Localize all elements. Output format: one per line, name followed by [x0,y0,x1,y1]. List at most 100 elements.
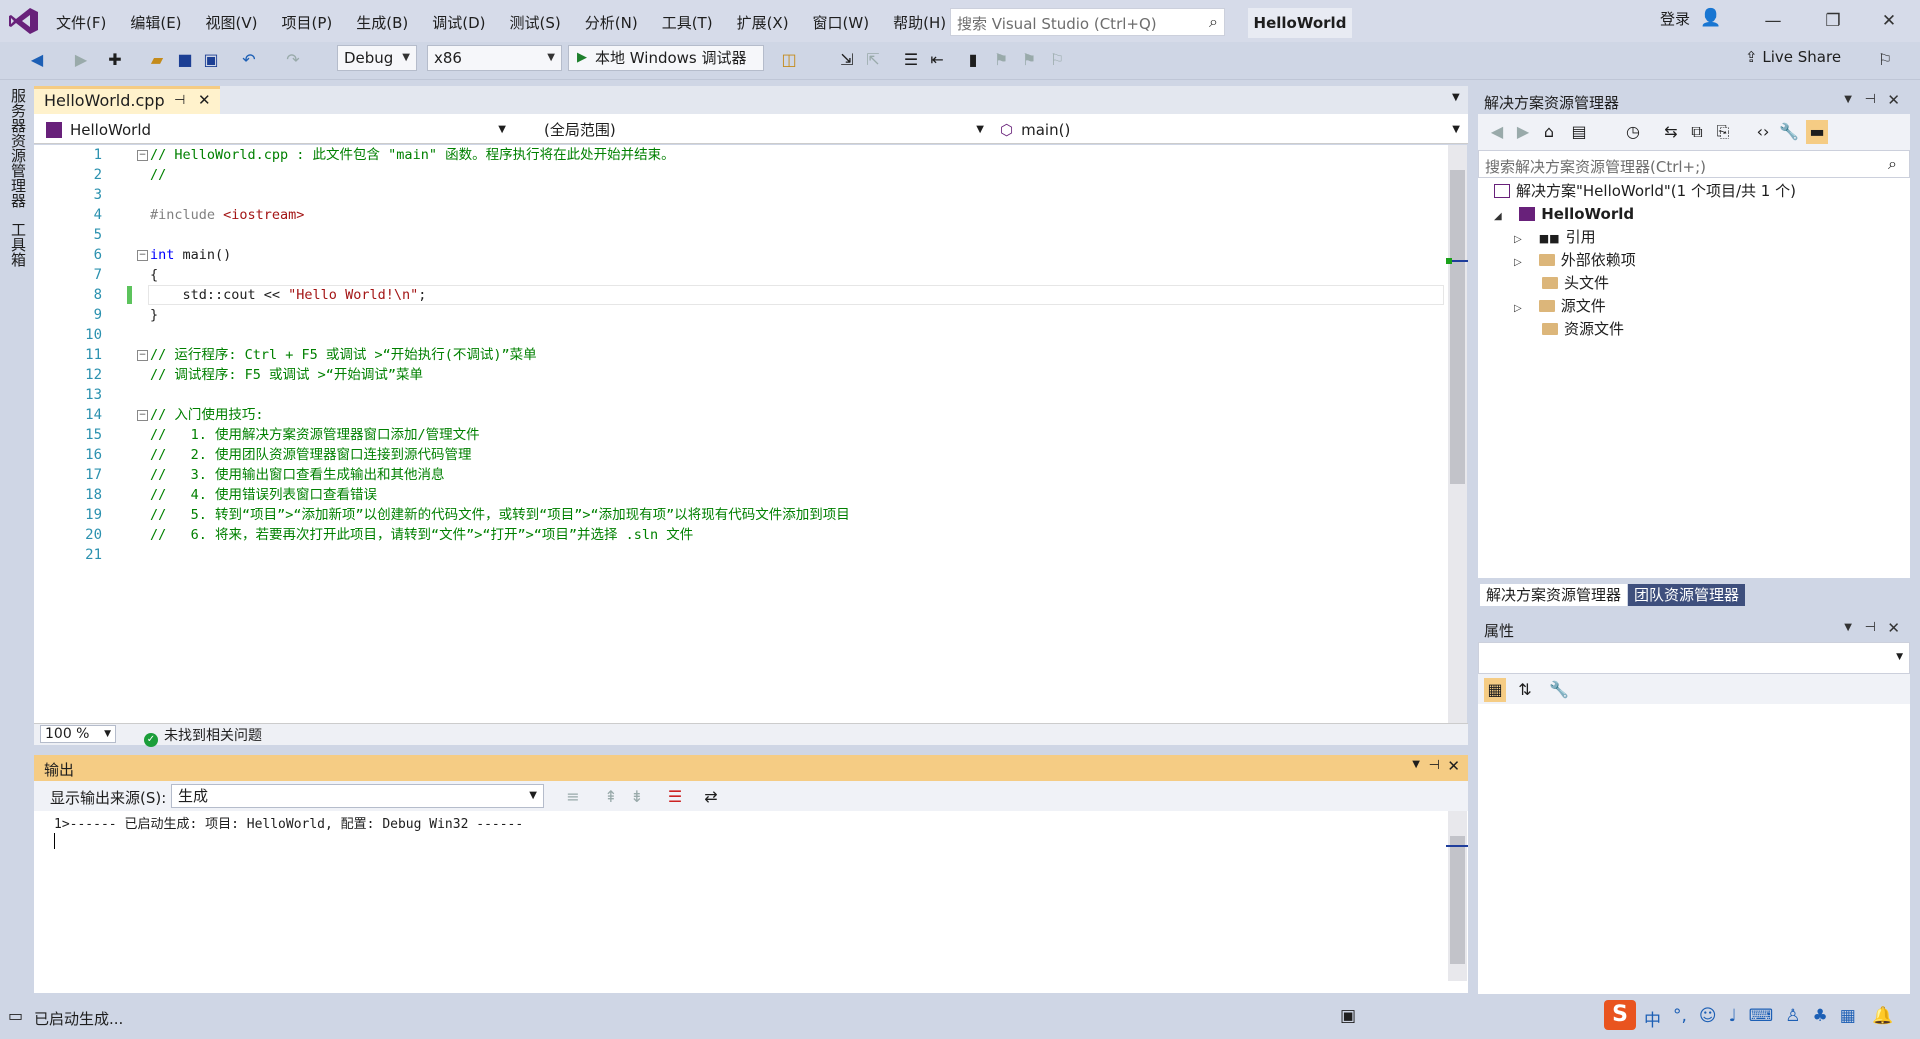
properties-icon[interactable]: 🔧 [1778,120,1800,144]
menu-analyze[interactable]: 分析(N) [573,0,650,42]
new-project-icon[interactable]: ✚ [104,48,126,72]
configuration-select[interactable]: Debug ▼ [337,45,417,71]
expanded-caret-icon[interactable]: ◢ [1494,206,1508,228]
tab-team-explorer[interactable]: 团队资源管理器 [1628,584,1746,606]
menu-extensions[interactable]: 扩展(X) [725,0,801,42]
menu-test[interactable]: 测试(S) [498,0,573,42]
collapsed-caret-icon[interactable]: ▷ [1514,229,1528,251]
ime-tools-icon[interactable]: ▦ [1840,1006,1856,1031]
pin-icon[interactable]: ⊣ [1865,92,1876,107]
toolbox-tab[interactable]: 工具箱 [8,222,29,267]
bookmark-icon[interactable]: ▮ [962,48,984,72]
sync-icon[interactable]: ⇆ [1660,120,1682,144]
collapse-all-icon[interactable]: ⧉ [1686,120,1708,144]
property-pages-icon[interactable]: 🔧 [1548,678,1570,702]
close-icon[interactable]: ✕ [198,91,211,109]
ime-skin-icon[interactable]: ♣ [1812,1006,1827,1031]
tab-hello-world-cpp[interactable]: HelloWorld.cpp ⊣ ✕ [34,86,220,114]
server-explorer-tab[interactable]: 服务器资源管理器 [8,88,29,208]
step-over-icon[interactable]: ⇱ [862,48,884,72]
tree-references[interactable]: ▷ ■■ 引用 [1514,226,1596,248]
preview-icon[interactable]: ▬ [1806,120,1828,144]
fold-toggle[interactable]: − [137,250,148,261]
undo-icon[interactable]: ↶ [238,48,260,72]
properties-object-select[interactable]: ▼ [1478,642,1910,674]
close-icon[interactable]: ✕ [1887,619,1900,637]
sogou-ime-icon[interactable]: S [1604,1000,1636,1030]
notification-build-icon[interactable]: ▣ [1340,1006,1356,1026]
tree-external-dependencies[interactable]: ▷ 外部依赖项 [1514,249,1636,271]
search-input[interactable]: 搜索 Visual Studio (Ctrl+Q) ⌕ [950,8,1225,36]
show-all-files-icon[interactable]: ⎘ [1712,120,1734,144]
next-message-icon[interactable]: ⇟ [626,785,648,809]
indent-icon[interactable]: ☰ [900,48,922,72]
redo-icon[interactable]: ↷ [282,48,304,72]
back-icon[interactable]: ◀ [26,48,48,72]
scope-dropdown[interactable]: (全局范围) ▼ [520,118,990,142]
ime-keyboard-icon[interactable]: ⌨ [1749,1006,1774,1031]
visual-studio-logo-icon[interactable] [8,6,40,36]
tree-resource-files[interactable]: 资源文件 [1542,318,1624,340]
member-dropdown[interactable]: ⬡ main() ▼ [1000,118,1466,142]
fold-toggle[interactable]: − [137,410,148,421]
tree-project[interactable]: ◢ HelloWorld [1494,203,1634,225]
save-icon[interactable]: ■ [174,48,196,72]
forward-icon[interactable]: ▶ [70,48,92,72]
tree-solution[interactable]: 解决方案"HelloWorld"(1 个项目/共 1 个) [1494,180,1796,202]
tree-source-files[interactable]: ▷ 源文件 [1514,295,1606,317]
output-scroll-thumb[interactable] [1450,836,1465,964]
project-dropdown[interactable]: HelloWorld ▼ [46,118,512,142]
tree-header-files[interactable]: 头文件 [1542,272,1609,294]
fold-toggle[interactable]: − [137,150,148,161]
tab-solution-explorer[interactable]: 解决方案资源管理器 [1480,584,1628,606]
save-all-icon[interactable]: ▣ [200,48,222,72]
output-text-area[interactable] [34,811,1468,993]
pin-icon[interactable]: ⊣ [174,93,185,108]
restore-button[interactable]: ❐ [1810,6,1856,36]
close-icon[interactable]: ✕ [1887,91,1900,109]
dropdown-icon[interactable]: ▼ [1412,759,1420,770]
dropdown-icon[interactable]: ▼ [1844,94,1852,105]
prev-bookmark-icon[interactable]: ⚑ [990,48,1012,72]
menu-build[interactable]: 生成(B) [344,0,420,42]
switch-views-icon[interactable]: ▤ [1568,120,1590,144]
user-icon[interactable]: 👤 [1700,8,1721,28]
live-share-button[interactable]: ⇪ Live Share [1745,48,1841,66]
menu-file[interactable]: 文件(F) [44,0,118,42]
view-code-icon[interactable]: ‹› [1752,120,1774,144]
minimize-button[interactable]: — [1750,6,1796,36]
step-icon[interactable]: ⇲ [836,48,858,72]
outdent-icon[interactable]: ⇤ [926,48,948,72]
pin-icon[interactable]: ⊣ [1865,620,1876,635]
pin-icon[interactable]: ⊣ [1429,758,1440,773]
menu-view[interactable]: 视图(V) [194,0,270,42]
output-source-select[interactable]: 生成 ▼ [171,784,544,808]
close-icon[interactable]: ✕ [1447,757,1460,775]
zoom-select[interactable]: 100 % ▼ [40,725,116,743]
menu-window[interactable]: 窗口(W) [801,0,882,42]
clear-all-icon[interactable]: ☰ [664,785,686,809]
back-icon[interactable]: ◀ [1486,120,1508,144]
browse-icon[interactable]: ◫ [778,48,800,72]
menu-help[interactable]: 帮助(H) [881,0,958,42]
ime-emoji-icon[interactable]: ☺ [1699,1006,1717,1031]
clear-bookmarks-icon[interactable]: ⚐ [1046,48,1068,72]
ime-user-icon[interactable]: ♙ [1785,1006,1800,1031]
menu-project[interactable]: 项目(P) [270,0,345,42]
editor-scroll-thumb[interactable] [1450,170,1465,484]
categorized-icon[interactable]: ▦ [1484,678,1506,702]
menu-tools[interactable]: 工具(T) [650,0,725,42]
start-debugging-button[interactable]: ▶ 本地 Windows 调试器 [568,45,764,71]
notifications-icon[interactable]: 🔔 [1872,1006,1893,1026]
ime-voice-icon[interactable]: ♩ [1729,1006,1737,1031]
open-folder-icon[interactable]: ▰ [146,48,168,72]
close-window-button[interactable]: ✕ [1866,6,1912,36]
pending-changes-icon[interactable]: ◷ [1622,120,1644,144]
forward-icon[interactable]: ▶ [1512,120,1534,144]
home-icon[interactable]: ⌂ [1538,120,1560,144]
solution-search-input[interactable]: 搜索解决方案资源管理器(Ctrl+;) ⌕ [1478,150,1910,178]
ime-chinese-mode-icon[interactable]: 中 [1644,1006,1661,1031]
menu-edit[interactable]: 编辑(E) [118,0,193,42]
collapsed-caret-icon[interactable]: ▷ [1514,252,1528,274]
menu-debug[interactable]: 调试(D) [420,0,497,42]
